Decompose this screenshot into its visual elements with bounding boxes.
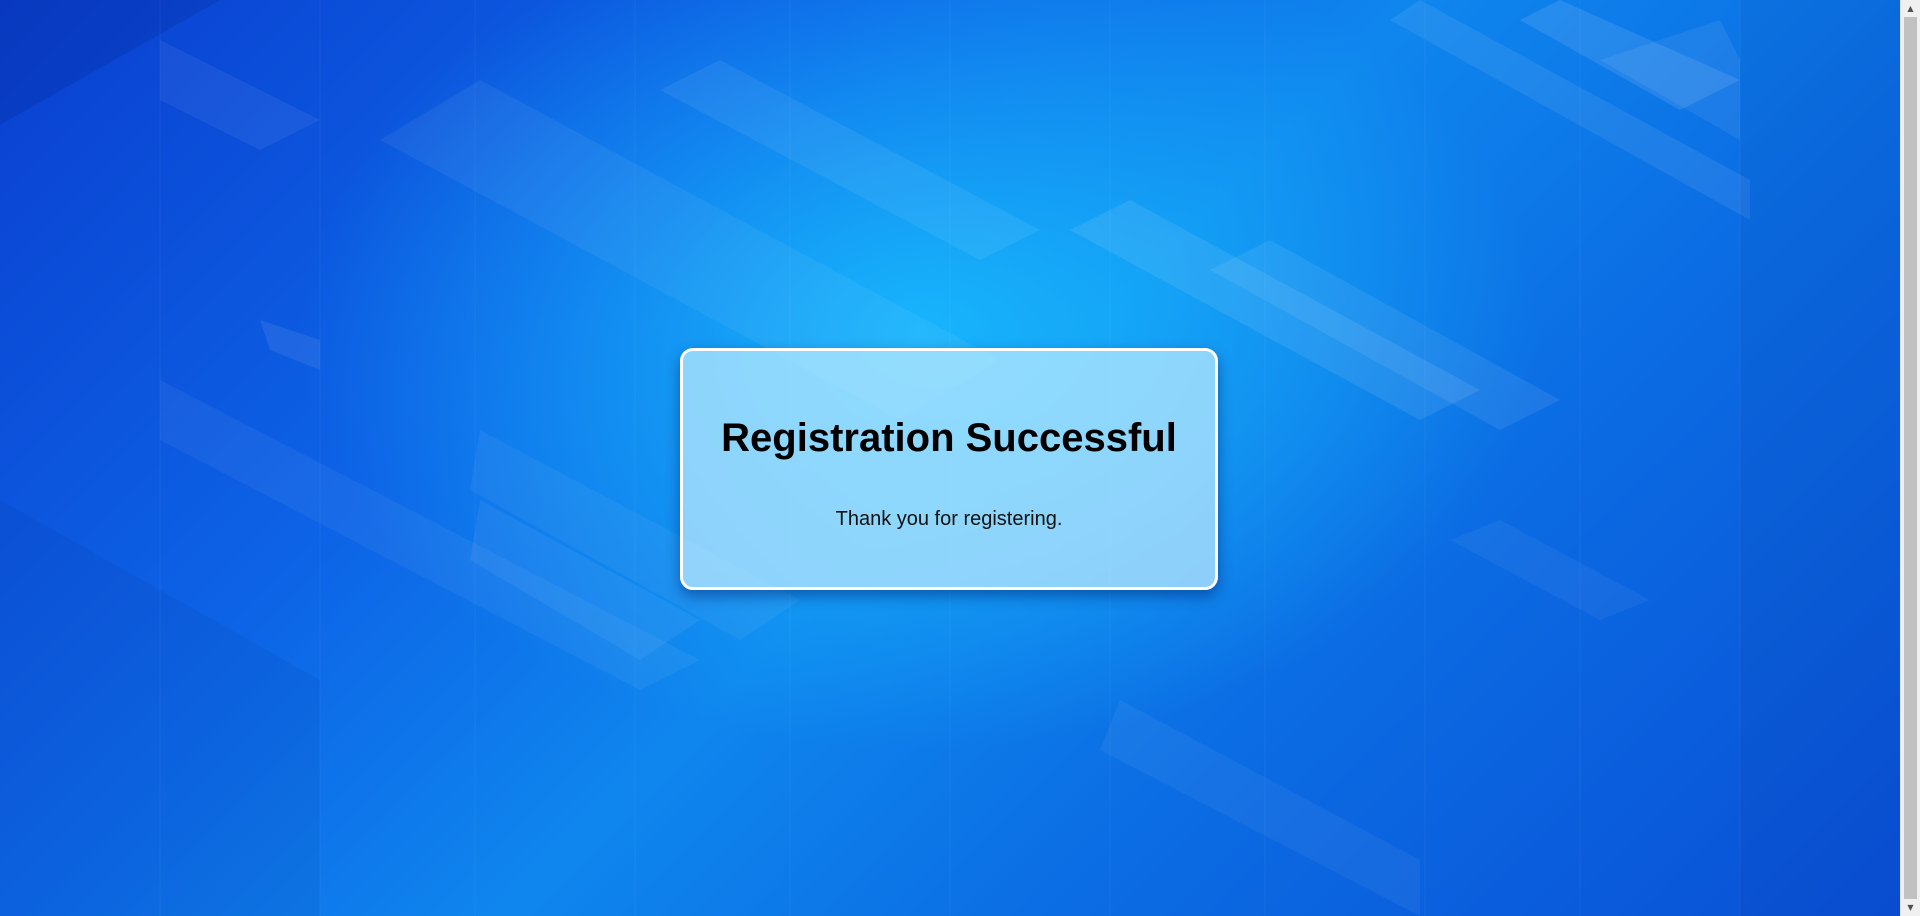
scroll-down-arrow-icon[interactable]: ▼ (1901, 899, 1920, 916)
scrollbar-thumb[interactable] (1904, 17, 1917, 899)
page-background: Registration Successful Thank you for re… (0, 0, 1920, 916)
scroll-up-arrow-icon[interactable]: ▲ (1901, 0, 1920, 17)
dialog-title: Registration Successful (721, 416, 1177, 460)
registration-success-dialog: Registration Successful Thank you for re… (680, 348, 1218, 590)
vertical-scrollbar[interactable]: ▲ ▼ (1900, 0, 1920, 916)
dialog-message: Thank you for registering. (835, 508, 1063, 530)
